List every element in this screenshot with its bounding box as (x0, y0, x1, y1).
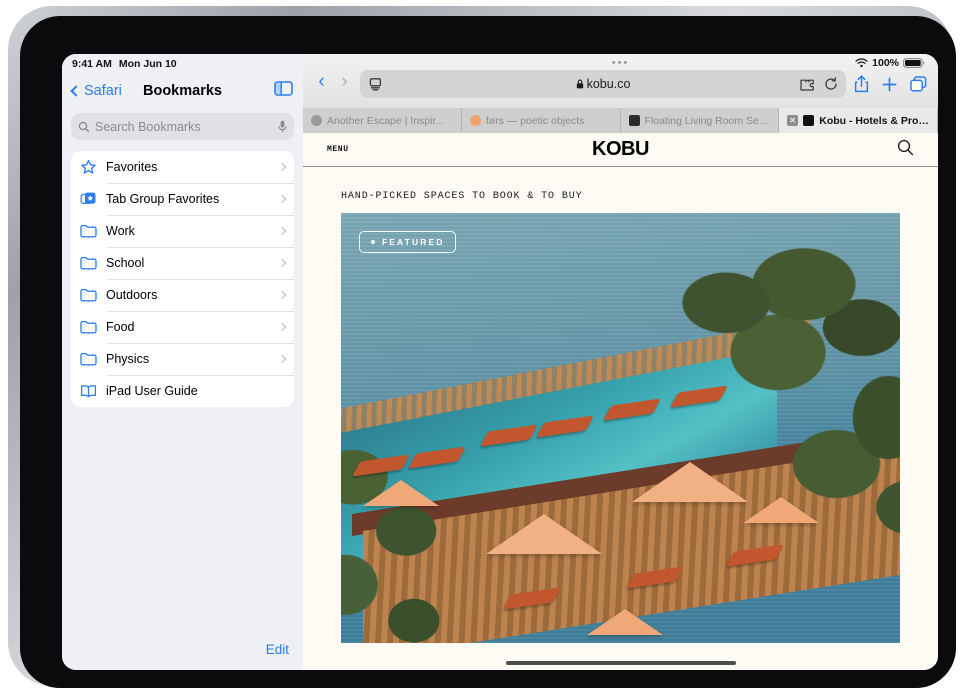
badge-dot-icon (371, 240, 375, 244)
chevron-right-icon (277, 194, 287, 204)
star-icon (81, 159, 96, 174)
url-address-bar[interactable]: kobu.co (360, 70, 846, 98)
site-logo[interactable]: KOBU (303, 138, 938, 161)
forward-button[interactable]: › (337, 72, 352, 91)
url-right-actions (800, 77, 838, 91)
chevron-right-icon (277, 258, 287, 268)
bookmarks-list: Favorites Tab Group Favorites Work Schoo… (71, 151, 294, 407)
hero-umbrella (743, 496, 820, 523)
toolbar-actions (854, 75, 927, 93)
folder-icon (80, 320, 97, 334)
chevron-right-icon (277, 322, 287, 332)
bookmark-row-physics[interactable]: Physics (71, 343, 294, 375)
bookmark-row-ipad-user-guide[interactable]: iPad User Guide (71, 375, 294, 407)
tab-favicon-icon (628, 115, 640, 126)
hero-umbrella (631, 462, 748, 503)
bookmark-row-outdoors[interactable]: Outdoors (71, 279, 294, 311)
status-date: Mon Jun 10 (118, 58, 177, 70)
status-time: 9:41 AM (72, 58, 112, 70)
bookmark-label: Favorites (106, 160, 158, 174)
hero-umbrella (586, 608, 663, 635)
reload-icon[interactable] (824, 77, 838, 91)
back-to-safari-button[interactable]: Safari (70, 83, 122, 99)
status-bar-right: 100% (855, 57, 925, 69)
lock-icon (576, 79, 583, 89)
bookmark-row-favorites[interactable]: Favorites (71, 151, 294, 183)
tab-item-active[interactable]: ✕ Kobu - Hotels & Propert... (779, 108, 938, 133)
browser-toolbar: ••• 100% ‹ › kobu.co (303, 54, 938, 108)
microphone-icon[interactable] (278, 120, 287, 133)
bookmark-row-food[interactable]: Food (71, 311, 294, 343)
home-indicator[interactable] (505, 661, 736, 665)
site-search-icon[interactable] (897, 139, 914, 161)
chevron-right-icon (277, 226, 287, 236)
featured-badge: FEATURED (359, 231, 457, 253)
tab-label: Kobu - Hotels & Propert... (819, 114, 929, 127)
extensions-puzzle-icon[interactable] (800, 78, 815, 91)
tab-label: førs — poetic objects (485, 114, 585, 127)
search-placeholder: Search Bookmarks (95, 119, 201, 134)
bookmark-label: School (106, 256, 145, 270)
bookmark-label: Work (106, 224, 135, 238)
share-icon[interactable] (854, 75, 869, 93)
device-bezel: 9:41 AM Mon Jun 10 Safari Bookmarks Sear… (20, 16, 956, 688)
ipad-device-frame: 9:41 AM Mon Jun 10 Safari Bookmarks Sear… (8, 6, 956, 688)
url-text-wrap: kobu.co (360, 77, 846, 91)
tab-label: Floating Living Room Se... (644, 114, 768, 127)
battery-icon (903, 58, 925, 68)
battery-percent-label: 100% (872, 57, 899, 69)
featured-badge-label: FEATURED (382, 237, 445, 247)
bookmark-row-tab-group-favorites[interactable]: Tab Group Favorites (71, 183, 294, 215)
browser-pane: ••• 100% ‹ › kobu.co Another Escape | In… (303, 54, 938, 670)
plus-icon[interactable] (882, 77, 897, 92)
bookmark-label: Outdoors (106, 288, 158, 302)
chevron-left-icon (70, 85, 82, 97)
device-screen: 9:41 AM Mon Jun 10 Safari Bookmarks Sear… (62, 54, 938, 670)
tab-favicon-icon (803, 115, 815, 126)
bookmark-label: Food (106, 320, 135, 334)
bookmark-row-school[interactable]: School (71, 247, 294, 279)
tab-favicon-icon (469, 115, 481, 126)
chevron-right-icon (277, 162, 287, 172)
bookmarks-sidebar: 9:41 AM Mon Jun 10 Safari Bookmarks Sear… (62, 54, 303, 670)
tab-favicon-globe-icon (311, 115, 322, 126)
bookmark-label: Physics (106, 352, 150, 366)
folder-icon (80, 352, 97, 366)
bookmark-label: iPad User Guide (106, 384, 198, 398)
tab-group-star-icon (80, 192, 96, 204)
search-icon (78, 121, 90, 132)
chevron-right-icon (277, 354, 287, 364)
web-page-content: MENU KOBU HAND-PICKED SPACES TO BOOK & T… (303, 133, 938, 670)
url-text: kobu.co (586, 77, 631, 91)
status-bar-left: 9:41 AM Mon Jun 10 (62, 54, 303, 74)
folder-icon (80, 256, 97, 270)
tab-bar: Another Escape | Inspir... førs — poetic… (303, 108, 938, 133)
hero-image[interactable]: FEATURED (341, 213, 900, 643)
tab-label: Another Escape | Inspir... (327, 114, 445, 127)
sidebar-toggle-icon[interactable] (274, 81, 293, 101)
bookmark-row-work[interactable]: Work (71, 215, 294, 247)
search-input[interactable]: Search Bookmarks (71, 113, 294, 140)
folder-icon (80, 288, 97, 302)
window-grabber-handle[interactable]: ••• (303, 58, 938, 69)
close-tab-icon[interactable]: ✕ (787, 115, 799, 126)
sidebar-nav-bar: Safari Bookmarks (62, 74, 303, 108)
hero-umbrella (486, 514, 603, 554)
site-header: MENU KOBU (303, 133, 938, 167)
tab-item[interactable]: Floating Living Room Se... (620, 108, 780, 133)
page-tagline: HAND-PICKED SPACES TO BOOK & TO BUY (341, 191, 583, 202)
tab-item[interactable]: Another Escape | Inspir... (303, 108, 462, 133)
book-icon (80, 385, 97, 398)
back-button[interactable]: ‹ (314, 72, 329, 91)
folder-icon (80, 224, 97, 238)
tabs-overview-icon[interactable] (910, 76, 927, 92)
wifi-icon (855, 58, 868, 68)
bookmark-label: Tab Group Favorites (106, 192, 220, 206)
back-button-label: Safari (84, 83, 122, 99)
tab-item[interactable]: førs — poetic objects (461, 108, 621, 133)
chevron-right-icon (277, 290, 287, 300)
hero-umbrella (363, 479, 440, 506)
edit-bookmarks-button[interactable]: Edit (266, 642, 289, 657)
